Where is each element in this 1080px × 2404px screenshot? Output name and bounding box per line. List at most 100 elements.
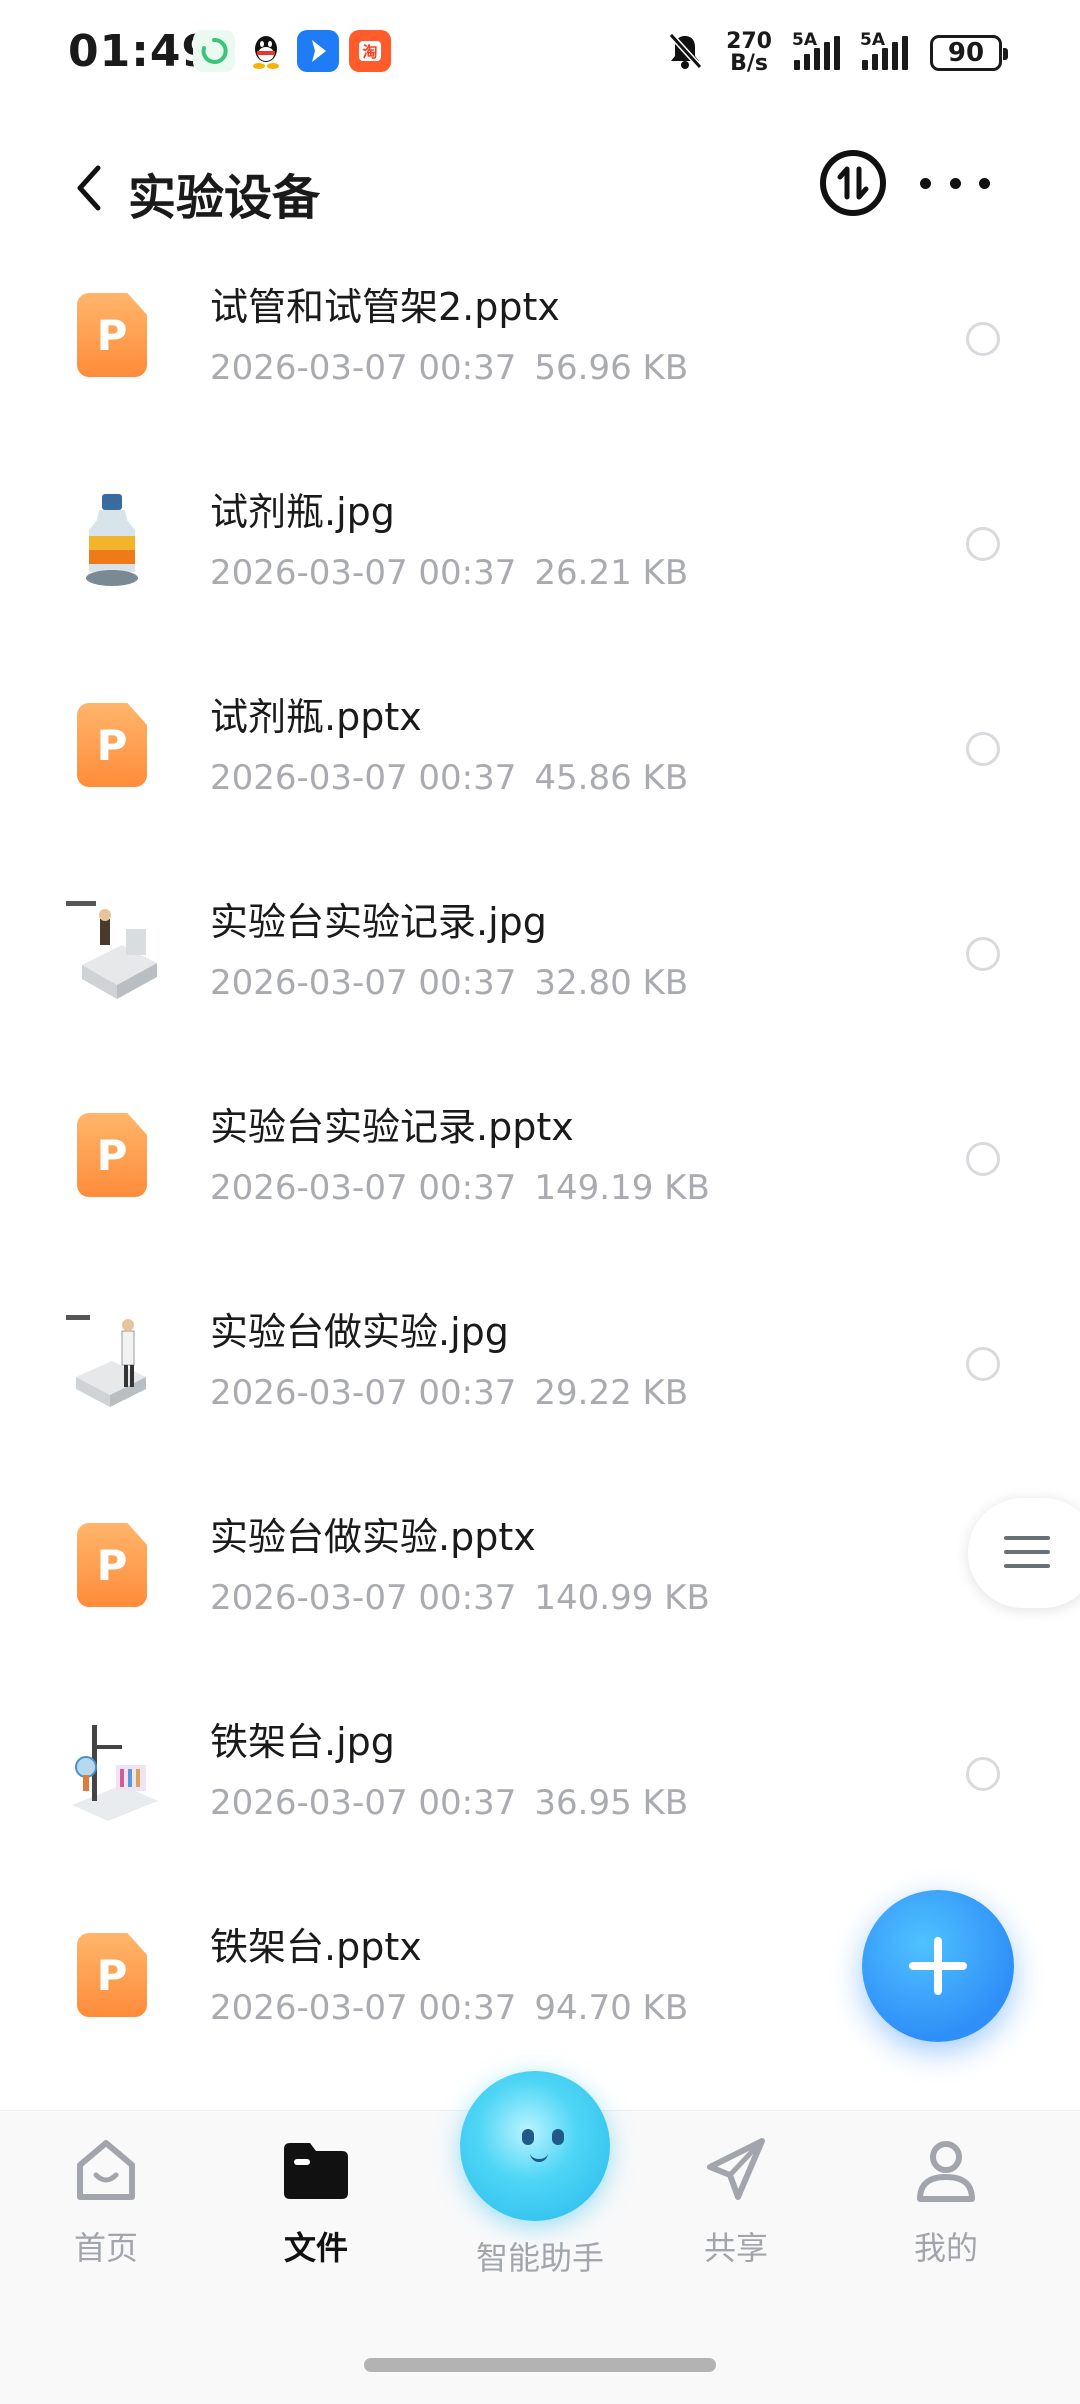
file-meta: 2026-03-07 00:37 94.70 KB [210, 1988, 688, 2028]
pptx-file-icon: P [62, 280, 162, 390]
file-row[interactable]: 实验台做实验.jpg 2026-03-07 00:37 29.22 KB [0, 1265, 1080, 1470]
file-row[interactable]: P 实验台做实验.pptx 2026-03-07 00:37 140.99 KB [0, 1470, 1080, 1675]
signal-icon-2: 5A [860, 30, 908, 70]
home-indicator[interactable] [364, 2358, 716, 2372]
file-name: 铁架台.jpg [210, 1720, 395, 1764]
nav-item-share[interactable]: 共享 [646, 2131, 826, 2269]
signal-1-label: 5A [792, 30, 817, 50]
status-time: 01:49 [68, 26, 214, 77]
file-row[interactable]: P 试管和试管架2.pptx 2026-03-07 00:37 56.96 KB [0, 240, 1080, 445]
iron-stand-thumbnail [62, 1715, 162, 1825]
file-size: 56.96 KB [534, 348, 689, 388]
nav-item-files[interactable]: 文件 [226, 2131, 406, 2269]
nav-label-me: 我的 [913, 2229, 978, 2267]
file-date: 2026-03-07 00:37 [210, 758, 517, 798]
file-name: 实验台实验记录.pptx [210, 1105, 574, 1149]
page-title: 实验设备 [128, 170, 321, 226]
file-name: 试剂瓶.jpg [210, 490, 395, 534]
file-row[interactable]: 实验台实验记录.jpg 2026-03-07 00:37 32.80 KB [0, 855, 1080, 1060]
pptx-file-icon: P [62, 1510, 162, 1620]
select-checkbox[interactable] [966, 1757, 1000, 1791]
file-meta: 2026-03-07 00:37 26.21 KB [210, 553, 688, 593]
pptx-icon-letter: P [96, 310, 128, 360]
file-row[interactable]: P 试剂瓶.pptx 2026-03-07 00:37 45.86 KB [0, 650, 1080, 855]
back-button[interactable] [70, 160, 110, 216]
reagent-bottle-thumbnail [62, 485, 162, 595]
menu-lines-icon [1004, 1536, 1050, 1578]
pptx-icon-letter: P [96, 1950, 128, 2000]
select-checkbox[interactable] [966, 1347, 1000, 1381]
taobao-icon: 淘 [349, 30, 391, 72]
assistant-orb-icon[interactable] [460, 2071, 610, 2221]
file-meta: 2026-03-07 00:37 56.96 KB [210, 348, 688, 388]
file-row[interactable]: 试剂瓶.jpg 2026-03-07 00:37 26.21 KB [0, 445, 1080, 650]
file-meta: 2026-03-07 00:37 36.95 KB [210, 1783, 688, 1823]
file-meta: 2026-03-07 00:37 140.99 KB [210, 1578, 710, 1618]
nav-item-home[interactable]: 首页 [16, 2131, 196, 2269]
file-row[interactable]: P 实验台实验记录.pptx 2026-03-07 00:37 149.19 KB [0, 1060, 1080, 1265]
status-bar: 01:49 淘 270 B/s 5A 5A 90 [0, 0, 1080, 110]
nav-label-files: 文件 [283, 2229, 348, 2267]
file-date: 2026-03-07 00:37 [210, 348, 517, 388]
nav-label-home: 首页 [73, 2229, 138, 2267]
signal-icon-1: 5A [792, 30, 840, 70]
file-row[interactable]: 铁架台.jpg 2026-03-07 00:37 36.95 KB [0, 1675, 1080, 1880]
file-meta: 2026-03-07 00:37 32.80 KB [210, 963, 688, 1003]
signal-2-label: 5A [860, 30, 885, 50]
file-name: 试剂瓶.pptx [210, 695, 422, 739]
status-indicators: 270 B/s 5A 5A 90 [666, 28, 1008, 78]
file-size: 45.86 KB [534, 758, 689, 798]
pptx-file-icon: P [62, 1100, 162, 1210]
select-checkbox[interactable] [966, 937, 1000, 971]
pptx-file-icon: P [62, 690, 162, 800]
pptx-icon-letter: P [96, 1130, 128, 1180]
network-speed-unit: B/s [730, 51, 768, 76]
file-date: 2026-03-07 00:37 [210, 963, 517, 1003]
send-icon [696, 2131, 776, 2211]
file-name: 试管和试管架2.pptx [210, 285, 560, 329]
select-checkbox[interactable] [966, 322, 1000, 356]
select-checkbox[interactable] [966, 732, 1000, 766]
pptx-icon-letter: P [96, 1540, 128, 1590]
file-meta: 2026-03-07 00:37 45.86 KB [210, 758, 688, 798]
network-speed: 270 B/s [726, 31, 772, 75]
pptx-icon-letter: P [96, 720, 128, 770]
more-dot-icon [949, 177, 961, 189]
nav-item-me[interactable]: 我的 [856, 2131, 1036, 2269]
file-list: P 试管和试管架2.pptx 2026-03-07 00:37 56.96 KB … [0, 240, 1080, 2085]
floating-menu-handle[interactable] [968, 1498, 1080, 1608]
battery-level: 90 [947, 38, 985, 68]
file-name: 铁架台.pptx [210, 1925, 422, 1969]
sort-button[interactable] [820, 150, 886, 216]
file-size: 36.95 KB [534, 1783, 689, 1823]
select-checkbox[interactable] [966, 527, 1000, 561]
file-size: 26.21 KB [534, 553, 689, 593]
qq-icon [245, 30, 287, 72]
more-options-button[interactable] [920, 168, 990, 198]
pptx-file-icon: P [62, 1920, 162, 2030]
file-size: 140.99 KB [534, 1578, 710, 1618]
plus-icon [909, 1937, 967, 1995]
lab-bench-thumbnail [62, 895, 162, 1005]
file-name: 实验台实验记录.jpg [210, 900, 547, 944]
nav-label-share: 共享 [703, 2229, 768, 2267]
add-button[interactable] [862, 1890, 1014, 2042]
file-date: 2026-03-07 00:37 [210, 1373, 517, 1413]
file-size: 149.19 KB [534, 1168, 710, 1208]
file-name: 实验台做实验.pptx [210, 1515, 536, 1559]
nav-label-assistant: 智能助手 [475, 2239, 604, 2277]
file-meta: 2026-03-07 00:37 149.19 KB [210, 1168, 710, 1208]
file-size: 29.22 KB [534, 1373, 689, 1413]
battery-icon: 90 [930, 35, 1008, 71]
file-size: 94.70 KB [534, 1988, 689, 2028]
folder-icon [276, 2131, 356, 2211]
file-date: 2026-03-07 00:37 [210, 1578, 517, 1618]
more-dot-icon [920, 177, 931, 189]
file-date: 2026-03-07 00:37 [210, 553, 517, 593]
sync-app-icon [193, 30, 235, 72]
file-meta: 2026-03-07 00:37 29.22 KB [210, 1373, 688, 1413]
sort-arrows-icon [837, 166, 869, 200]
select-checkbox[interactable] [966, 1142, 1000, 1176]
home-icon [66, 2131, 146, 2211]
user-icon [906, 2131, 986, 2211]
